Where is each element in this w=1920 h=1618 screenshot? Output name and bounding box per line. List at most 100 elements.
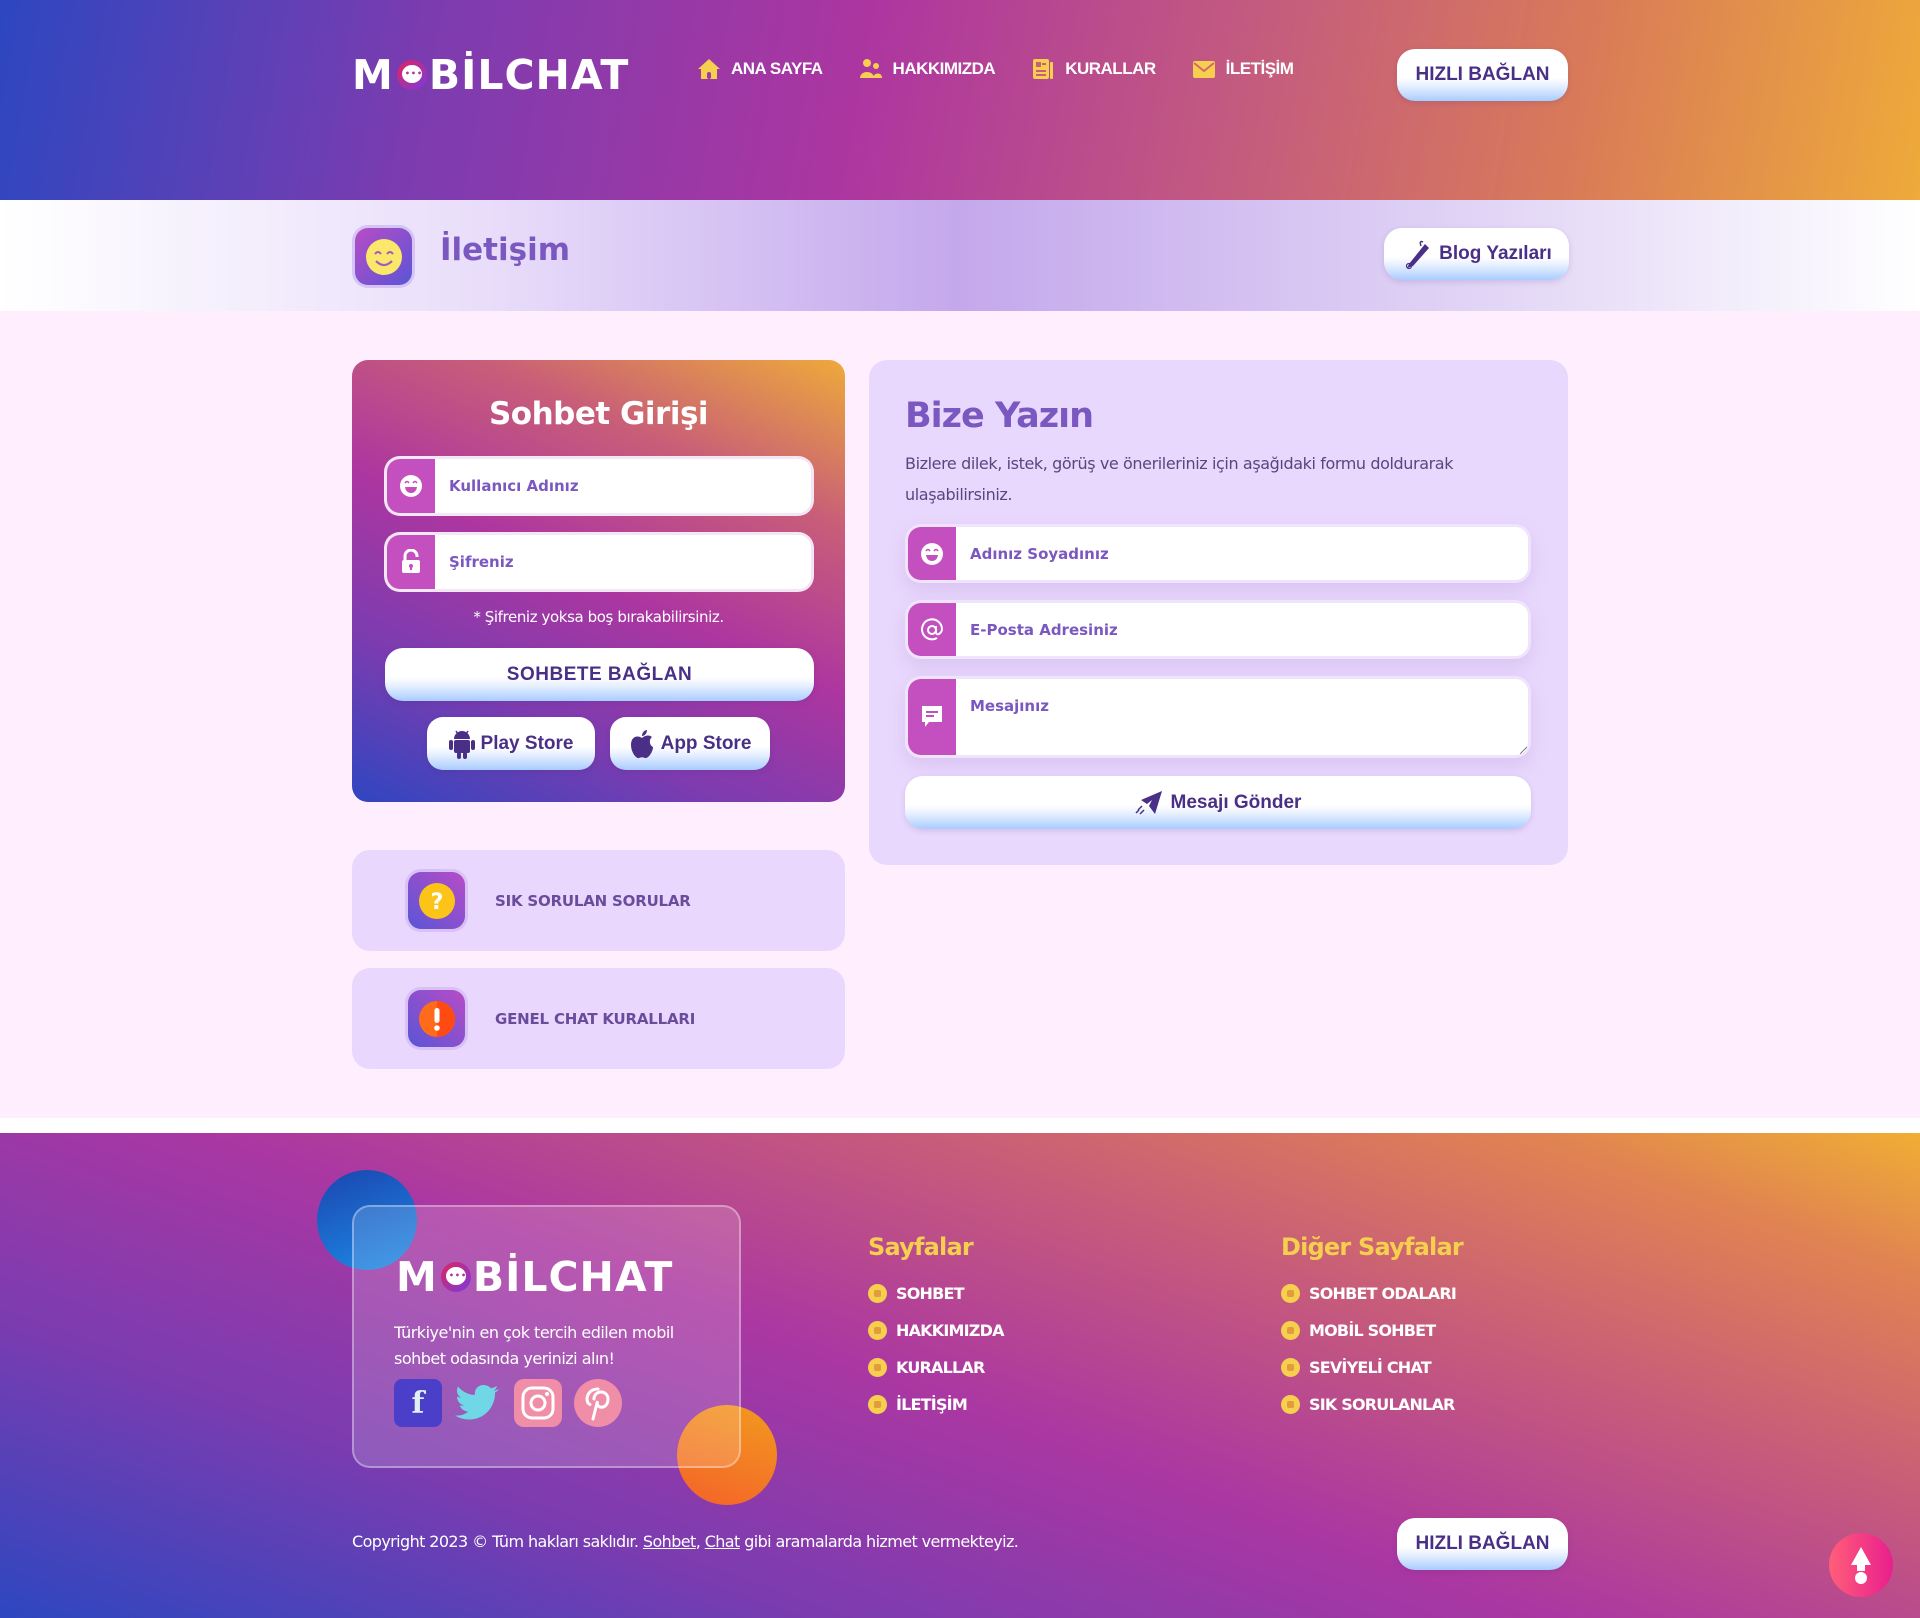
nav-label: ANA SAYFA	[731, 59, 823, 78]
page-title: İletişim	[440, 232, 571, 268]
bullet-icon	[1281, 1358, 1300, 1377]
footer-link-label: MOBİL SOHBET	[1309, 1321, 1436, 1340]
nav-item-home[interactable]: ANA SAYFA	[697, 58, 823, 80]
footer-other-pages-column: Diğer Sayfalar SOHBET ODALARI MOBİL SOHB…	[1281, 1233, 1464, 1423]
footer-brand-card: M ••• BİLCHAT Türkiye'nin en çok tercih …	[352, 1205, 741, 1468]
footer-logo[interactable]: M ••• BİLCHAT	[396, 1252, 673, 1302]
contact-title: Bize Yazın	[905, 396, 1094, 436]
page-title-bar	[0, 200, 1920, 311]
blog-button-label: Blog Yazıları	[1439, 243, 1552, 264]
footer-link[interactable]: HAKKIMIZDA	[868, 1312, 1004, 1349]
nav-label: İLETİŞİM	[1225, 59, 1294, 78]
sohbet-link[interactable]: Sohbet	[643, 1532, 696, 1551]
faq-label: SIK SORULAN SORULAR	[495, 891, 691, 910]
send-button-label: Mesajı Gönder	[1170, 791, 1302, 813]
password-input[interactable]	[435, 535, 811, 589]
name-input[interactable]	[956, 527, 1528, 580]
at-icon	[921, 617, 944, 640]
footer-link-label: SIK SORULANLAR	[1309, 1395, 1455, 1414]
password-note: * Şifreniz yoksa boş bırakabilirsiniz.	[473, 608, 724, 626]
rules-label: GENEL CHAT KURALLARI	[495, 1009, 696, 1028]
nav-item-about[interactable]: HAKKIMIZDA	[859, 58, 996, 80]
svg-text:?: ?	[430, 890, 443, 915]
scroll-to-top-button[interactable]	[1829, 1533, 1893, 1597]
password-field	[384, 532, 814, 592]
message-icon	[922, 706, 942, 727]
bullet-icon	[868, 1358, 887, 1377]
app-store-button[interactable]: App Store	[610, 717, 770, 770]
separator: ,	[695, 1532, 701, 1551]
field-icon-box	[908, 603, 956, 656]
logo-text-start: M	[352, 51, 394, 99]
copyright-text: Copyright 2023 © Tüm hakları saklıdır. S…	[352, 1532, 1019, 1551]
name-field	[905, 524, 1531, 583]
nav-item-rules[interactable]: KURALLAR	[1031, 58, 1156, 80]
contact-description: Bizlere dilek, istek, görüş ve önerileri…	[905, 454, 1454, 504]
pinterest-icon[interactable]	[574, 1379, 622, 1427]
exclamation-icon	[418, 1000, 455, 1037]
chat-link[interactable]: Chat	[705, 1532, 741, 1551]
nav-label: HAKKIMIZDA	[892, 59, 996, 78]
site-header: M ••• BİLCHAT ANA SAYFA HAKKIMIZDA KURAL…	[0, 0, 1920, 200]
faq-card[interactable]: ? SIK SORULAN SORULAR	[352, 850, 845, 951]
main-nav: ANA SAYFA HAKKIMIZDA KURALLAR İLETİŞİM	[697, 58, 1294, 80]
paper-plane-icon	[1135, 790, 1162, 815]
message-field	[905, 676, 1531, 758]
home-icon	[698, 59, 720, 79]
copyright-prefix: Copyright 2023 © Tüm hakları saklıdır.	[352, 1532, 639, 1551]
bullet-icon	[1281, 1321, 1300, 1340]
footer-link-label: SOHBET	[896, 1284, 965, 1303]
footer-link[interactable]: İLETİŞİM	[868, 1386, 1004, 1423]
bullet-icon	[868, 1395, 887, 1414]
social-links: f	[394, 1379, 622, 1427]
page-title-icon	[352, 225, 415, 288]
arrow-up-icon	[1851, 1547, 1871, 1584]
field-icon-box	[387, 535, 435, 589]
grin-icon	[921, 542, 943, 565]
footer-description: Türkiye'nin en çok tercih edilen mobil s…	[394, 1323, 674, 1368]
nav-item-contact[interactable]: İLETİŞİM	[1192, 58, 1294, 80]
logo[interactable]: M ••• BİLCHAT	[352, 50, 629, 100]
footer-link[interactable]: MOBİL SOHBET	[1281, 1312, 1463, 1349]
field-icon-box	[387, 459, 435, 513]
footer-link-label: HAKKIMIZDA	[896, 1321, 1004, 1340]
envelope-icon	[1192, 61, 1215, 78]
message-textarea[interactable]	[956, 679, 1528, 755]
email-input[interactable]	[956, 603, 1528, 656]
app-store-label: App Store	[660, 732, 752, 754]
logo-text-end: BİLCHAT	[428, 51, 630, 99]
field-icon-box	[908, 679, 956, 755]
footer-link-label: SOHBET ODALARI	[1309, 1284, 1457, 1303]
users-icon	[859, 59, 882, 78]
footer-link[interactable]: SEVİYELİ CHAT	[1281, 1349, 1463, 1386]
chat-rules-card[interactable]: GENEL CHAT KURALLARI	[352, 968, 845, 1069]
logo-text-end: BİLCHAT	[472, 1253, 674, 1301]
smile-icon	[365, 238, 402, 275]
facebook-icon[interactable]: f	[394, 1379, 442, 1427]
connect-to-chat-button[interactable]: SOHBETE BAĞLAN	[385, 648, 814, 701]
play-store-button[interactable]: Play Store	[427, 717, 595, 770]
footer-pages-heading: Sayfalar	[868, 1233, 974, 1261]
username-field	[384, 456, 814, 516]
bullet-icon	[1281, 1284, 1300, 1303]
username-input[interactable]	[435, 459, 811, 513]
footer-link[interactable]: SOHBET ODALARI	[1281, 1275, 1463, 1312]
footer-quick-connect-button[interactable]: HIZLI BAĞLAN	[1397, 1518, 1568, 1570]
blog-posts-button[interactable]: Blog Yazıları	[1384, 228, 1569, 280]
email-field	[905, 600, 1531, 659]
footer-link[interactable]: KURALLAR	[868, 1349, 1004, 1386]
footer-link[interactable]: SIK SORULANLAR	[1281, 1386, 1463, 1423]
chat-login-card: Sohbet Girişi * Şifreniz yoksa boş bırak…	[352, 360, 845, 802]
chat-bubble-icon: •••	[440, 1262, 471, 1292]
twitter-icon[interactable]	[454, 1379, 502, 1427]
instagram-icon[interactable]	[514, 1379, 562, 1427]
quick-connect-button[interactable]: HIZLI BAĞLAN	[1397, 49, 1568, 101]
play-store-label: Play Store	[480, 732, 574, 754]
apple-icon	[630, 729, 653, 758]
footer-link[interactable]: SOHBET	[868, 1275, 1004, 1312]
send-message-button[interactable]: Mesajı Gönder	[905, 776, 1531, 829]
field-icon-box	[908, 527, 956, 580]
site-footer: M ••• BİLCHAT Türkiye'nin en çok tercih …	[0, 1133, 1920, 1618]
footer-other-pages-heading: Diğer Sayfalar	[1281, 1233, 1464, 1261]
faq-icon-box: ?	[405, 869, 468, 932]
